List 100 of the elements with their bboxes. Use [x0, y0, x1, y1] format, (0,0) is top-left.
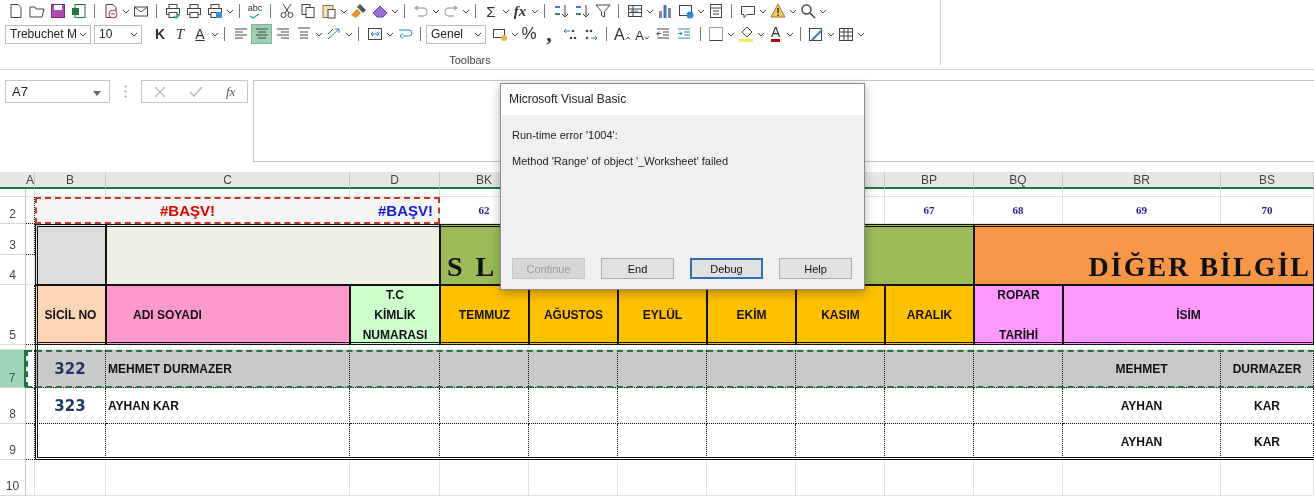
- caret-icon[interactable]: [857, 31, 866, 37]
- table-cell: [26, 460, 35, 496]
- column-header[interactable]: BS: [1221, 172, 1314, 189]
- table-cell: AYHAN: [1063, 388, 1221, 424]
- column-index: 70: [1221, 197, 1314, 224]
- column-index: 68: [974, 197, 1063, 224]
- row-header[interactable]: 4: [0, 255, 26, 285]
- caret-icon[interactable]: [696, 8, 705, 14]
- row-header[interactable]: 8: [0, 388, 26, 424]
- italic-button[interactable]: T: [170, 24, 190, 44]
- caret-icon[interactable]: [344, 31, 353, 37]
- caret-icon[interactable]: [431, 8, 440, 14]
- caret-icon[interactable]: [93, 91, 101, 96]
- table-header-cell: T.C KİMLİK NUMARASI: [350, 285, 440, 345]
- caret-icon[interactable]: [130, 31, 138, 37]
- column-header[interactable]: B: [35, 172, 106, 189]
- row-header[interactable]: 3: [0, 224, 26, 255]
- caret-icon[interactable]: [474, 31, 482, 37]
- caret-icon[interactable]: [314, 31, 323, 37]
- font-color-button[interactable]: A: [765, 24, 786, 44]
- caret-icon[interactable]: [827, 31, 836, 37]
- caret-icon[interactable]: [385, 31, 394, 37]
- table-header-cell: KASIM: [796, 285, 885, 345]
- table-header-cell: İSİM: [1063, 285, 1314, 345]
- caret-icon[interactable]: [530, 8, 539, 14]
- caret-icon[interactable]: [510, 31, 519, 37]
- column-index: 69: [1063, 197, 1221, 224]
- caret-icon[interactable]: [786, 31, 795, 37]
- caret-icon[interactable]: [757, 31, 766, 37]
- underline-button[interactable]: A: [190, 24, 210, 44]
- error-value: #BAŞV!: [106, 197, 350, 224]
- grip-icon[interactable]: [124, 85, 127, 98]
- caret-icon[interactable]: [727, 31, 736, 37]
- table-header-cell: ADI SOYADI: [106, 285, 350, 345]
- increase-font-button[interactable]: A: [612, 24, 633, 44]
- percent-button[interactable]: %: [519, 24, 539, 44]
- font-size-dropdown[interactable]: 10: [94, 24, 142, 44]
- column-header[interactable]: BR: [1063, 172, 1221, 189]
- table-cell: KAR: [1221, 424, 1314, 460]
- caret-icon[interactable]: [818, 8, 827, 14]
- person-name: MEHMET DURMAZER: [106, 350, 350, 388]
- caret-icon[interactable]: [121, 8, 130, 14]
- table-header-cell: ARALIK: [885, 285, 974, 345]
- caret-icon[interactable]: [390, 8, 399, 14]
- caret-icon[interactable]: [645, 8, 654, 14]
- dialog-button[interactable]: Debug: [690, 258, 763, 279]
- insert-function-button[interactable]: fx: [226, 83, 236, 100]
- table-header-cell: ROPAR TARİHİ: [974, 285, 1063, 345]
- bold-button[interactable]: K: [150, 24, 170, 44]
- caret-icon[interactable]: [79, 31, 87, 37]
- caret-up-icon: [624, 36, 631, 40]
- column-index: 67: [885, 197, 974, 224]
- row-header[interactable]: 10: [0, 460, 26, 496]
- row-header[interactable]: 9: [0, 424, 26, 460]
- comma-style-button[interactable]: ,: [539, 24, 559, 44]
- row-header[interactable]: 7: [0, 350, 26, 388]
- caret-icon[interactable]: [225, 8, 234, 14]
- number-format-dropdown[interactable]: Genel: [426, 24, 486, 44]
- table-cell: [26, 255, 35, 285]
- autosum-button[interactable]: Σ: [481, 1, 501, 21]
- filter-icon[interactable]: [592, 1, 613, 21]
- caret-icon[interactable]: [461, 8, 470, 14]
- section-title: DİĞER BİLGİL: [974, 224, 1314, 285]
- table-cell: DURMAZER: [1221, 350, 1314, 388]
- decrease-font-button[interactable]: A: [632, 24, 653, 44]
- record-number: 323: [35, 388, 106, 424]
- font-name-dropdown[interactable]: Trebuchet M: [5, 24, 91, 44]
- table-cell: [35, 460, 106, 496]
- dialog-button[interactable]: Help: [779, 258, 852, 279]
- check-icon: [249, 12, 261, 19]
- caret-icon[interactable]: [788, 8, 797, 14]
- table-cell: AYHAN: [1063, 424, 1221, 460]
- row-header[interactable]: 2: [0, 197, 26, 224]
- toolbar-caption: Toolbars: [448, 54, 492, 66]
- column-header[interactable]: BP: [885, 172, 974, 189]
- column-header[interactable]: D: [350, 172, 440, 189]
- select-all-corner[interactable]: [0, 172, 26, 189]
- column-header[interactable]: C: [106, 172, 350, 189]
- warning-icon[interactable]: [767, 1, 788, 21]
- row-header[interactable]: 5: [0, 285, 26, 345]
- dialog-message: Method 'Range' of object '_Worksheet' failed: [512, 155, 730, 167]
- caret-icon[interactable]: [339, 8, 348, 14]
- dialog-title: Microsoft Visual Basic: [501, 84, 864, 115]
- caret-icon[interactable]: [501, 8, 510, 14]
- caret-down-icon: [644, 36, 650, 40]
- table-cell: MEHMET: [1063, 350, 1221, 388]
- dialog-button[interactable]: End: [601, 258, 674, 279]
- table-header-cell: TEMMUZ: [440, 285, 529, 345]
- table-cell: KAR: [1221, 388, 1314, 424]
- caret-icon[interactable]: [210, 31, 219, 37]
- column-header[interactable]: BQ: [974, 172, 1063, 189]
- table-cell: [35, 197, 106, 224]
- error-value: #BAŞV!: [350, 197, 440, 224]
- table-header-cell: SİCİL NO: [35, 285, 106, 345]
- dialog-message: Run-time error '1004':: [512, 129, 619, 141]
- spelling-button[interactable]: abc: [245, 1, 265, 21]
- insert-function-button[interactable]: fx: [510, 1, 530, 21]
- caret-icon[interactable]: [758, 8, 767, 14]
- person-name: AYHAN KAR: [106, 388, 350, 424]
- name-box[interactable]: A7: [5, 80, 110, 103]
